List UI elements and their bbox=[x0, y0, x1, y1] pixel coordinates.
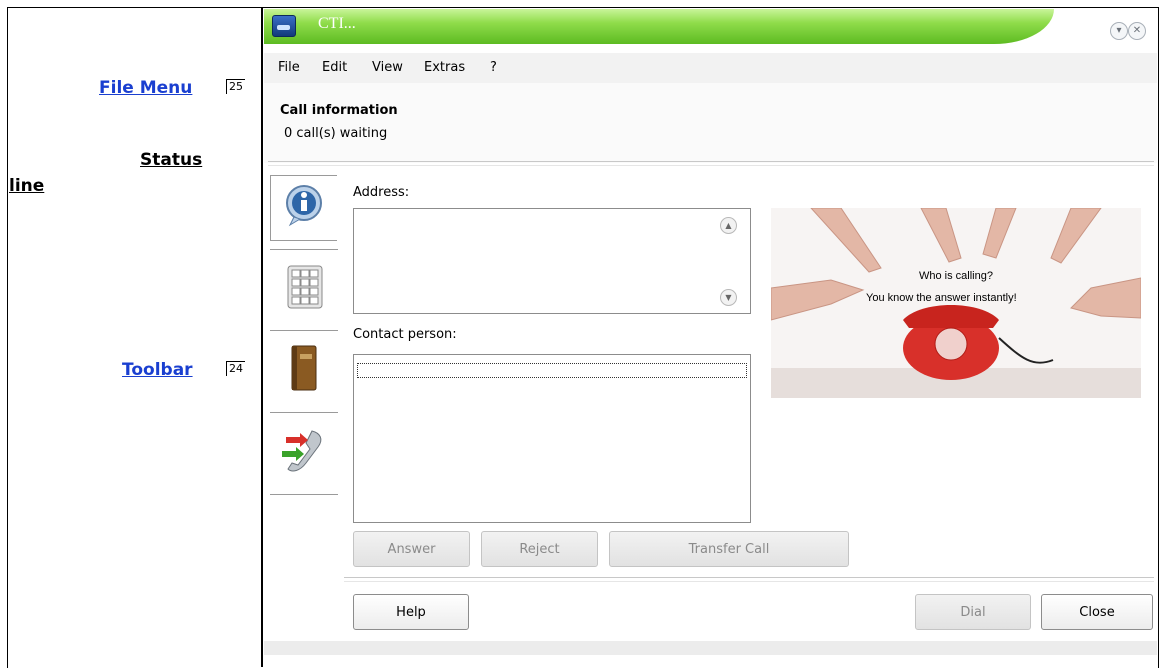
transfer-call-button[interactable]: Transfer Call bbox=[609, 531, 849, 567]
sidebar-info-button[interactable] bbox=[270, 181, 338, 231]
contact-person-label: Contact person: bbox=[353, 327, 457, 342]
status-line: Call information 0 call(s) waiting bbox=[264, 83, 1157, 163]
sidebar-divider bbox=[270, 412, 338, 413]
separator-bottom bbox=[344, 577, 1154, 582]
info-icon bbox=[286, 185, 322, 227]
call-transfer-icon bbox=[282, 430, 322, 472]
minimize-button[interactable]: ▾ bbox=[1110, 22, 1128, 40]
toolbar-ref[interactable]: 24 bbox=[226, 361, 245, 376]
address-label: Address: bbox=[353, 185, 410, 200]
sidebar-divider bbox=[270, 330, 338, 331]
sidebar-address-book-button[interactable] bbox=[270, 344, 338, 394]
menu-extras[interactable]: Extras bbox=[424, 60, 465, 75]
scroll-down-button[interactable]: ▼ bbox=[720, 289, 737, 306]
annotation-file-menu: File Menu bbox=[99, 78, 192, 98]
app-icon bbox=[272, 15, 296, 37]
menu-bar: File Edit View Extras ? bbox=[264, 53, 1157, 83]
window-bottom-strip bbox=[264, 641, 1157, 655]
address-field[interactable]: ▲ ▼ bbox=[353, 208, 751, 314]
title-bar: CTI... bbox=[264, 9, 1054, 44]
annotation-toolbar: Toolbar bbox=[122, 360, 193, 380]
sidebar-divider bbox=[270, 249, 338, 250]
annotation-divider bbox=[261, 7, 263, 667]
file-menu-ref[interactable]: 25 bbox=[226, 79, 245, 94]
sidebar-divider bbox=[270, 494, 338, 495]
call-information-title: Call information bbox=[280, 103, 398, 118]
status-line-label-1: Status bbox=[140, 150, 203, 170]
cti-window: CTI... ▾ ✕ File Edit View Extras ? Call … bbox=[264, 9, 1157, 655]
toolbar-link[interactable]: Toolbar bbox=[122, 360, 193, 380]
separator-top bbox=[268, 161, 1154, 166]
calls-waiting-status: 0 call(s) waiting bbox=[284, 126, 388, 141]
close-button[interactable]: Close bbox=[1041, 594, 1153, 630]
scroll-up-button[interactable]: ▲ bbox=[720, 217, 737, 234]
status-line-label-2: line bbox=[9, 176, 45, 196]
answer-button[interactable]: Answer bbox=[353, 531, 470, 567]
address-book-icon bbox=[291, 345, 317, 391]
menu-help-question[interactable]: ? bbox=[490, 60, 497, 75]
sidebar-transfer-button[interactable] bbox=[270, 427, 338, 477]
contact-person-row[interactable] bbox=[357, 363, 747, 378]
promo-tagline: You know the answer instantly! bbox=[866, 292, 1017, 304]
keypad-icon bbox=[287, 265, 323, 309]
reject-button[interactable]: Reject bbox=[481, 531, 598, 567]
menu-edit[interactable]: Edit bbox=[322, 60, 347, 75]
help-button[interactable]: Help bbox=[353, 594, 469, 630]
close-window-button[interactable]: ✕ bbox=[1128, 22, 1146, 40]
window-title: CTI... bbox=[318, 15, 356, 32]
file-menu-link[interactable]: File Menu bbox=[99, 78, 192, 98]
menu-file[interactable]: File bbox=[278, 60, 300, 75]
dial-button[interactable]: Dial bbox=[915, 594, 1031, 630]
contact-person-list[interactable] bbox=[353, 354, 751, 523]
sidebar-keypad-button[interactable] bbox=[270, 263, 338, 313]
menu-view[interactable]: View bbox=[372, 60, 403, 75]
promo-image: Who is calling? You know the answer inst… bbox=[771, 208, 1141, 398]
promo-headline: Who is calling? bbox=[919, 270, 993, 282]
